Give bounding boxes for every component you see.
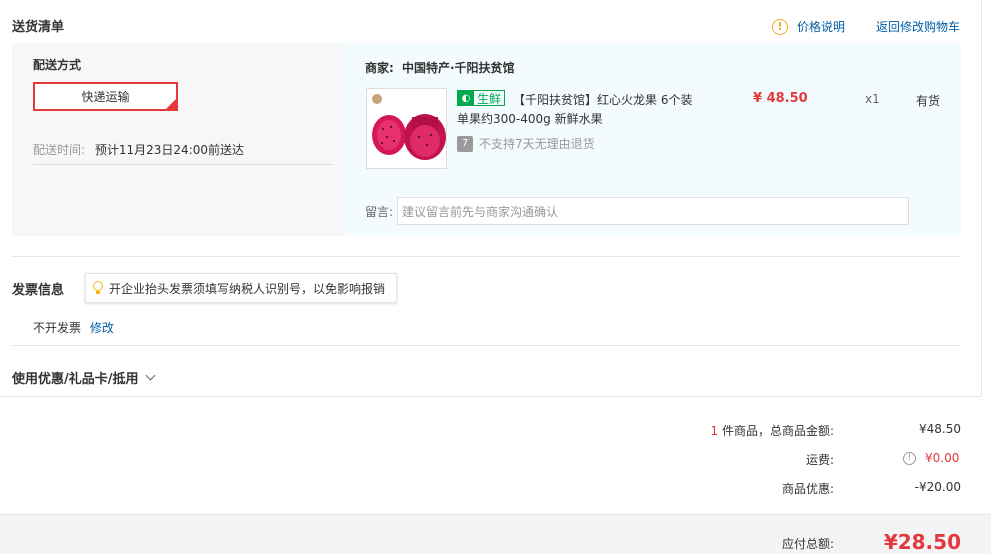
items-total-value: ¥48.50 <box>919 422 961 436</box>
discount-label: 商品优惠: <box>781 482 834 496</box>
no-return-notice: 7 不支持7天无理由退货 <box>457 135 595 152</box>
fresh-icon: ◐ <box>458 91 474 105</box>
merchant-info: 商家: 中国特产·千阳扶贫馆 <box>365 59 515 76</box>
info-icon[interactable]: ! <box>903 451 916 465</box>
delivery-time-label: 配送时间: <box>33 143 86 157</box>
delivery-method-label: 配送方式 <box>33 58 82 72</box>
shipping-value: ¥0.00 <box>925 451 960 465</box>
delivery-list-title: 送货清单 <box>12 20 65 35</box>
delivery-time-value: 预计11月23日24:00前送达 <box>94 143 244 157</box>
payable-label: 应付总额: <box>781 537 834 551</box>
payable-value: ¥28.50 <box>883 530 961 554</box>
delivery-time: 配送时间: 预计11月23日24:00前送达 <box>33 141 244 158</box>
merchant-label: 商家: <box>365 61 394 75</box>
fresh-tag-label: 生鲜 <box>477 91 502 106</box>
shipping-fee: ! ¥0.00 <box>903 451 959 465</box>
items-total-label-text: 件商品，总商品金额: <box>721 424 834 438</box>
express-delivery-label: 快递运输 <box>81 90 130 104</box>
invoice-tip: 开企业抬头发票须填写纳税人识别号，以免影响报销 <box>85 273 397 303</box>
fresh-tag: ◐ 生鲜 <box>457 90 506 106</box>
message-placeholder: 建议留言前先与商家沟通确认 <box>402 204 559 219</box>
invoice-status-text: 不开发票 <box>33 321 82 335</box>
invoice-edit-link[interactable]: 修改 <box>90 321 114 335</box>
selected-check-icon <box>166 99 176 109</box>
product-title-line2[interactable]: 单果约300-400g 新鲜水果 <box>457 110 603 127</box>
section-divider <box>12 345 961 346</box>
discount-value: -¥20.00 <box>914 480 961 494</box>
summary-divider <box>0 396 981 397</box>
product-price: ¥ 48.50 <box>753 91 808 106</box>
right-border <box>981 0 982 396</box>
no-return-text: 不支持7天无理由退货 <box>479 137 595 151</box>
payable-bar <box>0 514 991 554</box>
price-note-label: 价格说明 <box>797 20 846 34</box>
items-total-label: 1 件商品，总商品金额: <box>640 422 834 439</box>
back-to-cart-link[interactable]: 返回修改购物车 <box>876 18 960 35</box>
item-count: 1 <box>710 424 719 438</box>
invoice-tip-text: 开企业抬头发票须填写纳税人识别号，以免影响报销 <box>109 281 386 296</box>
lightbulb-icon <box>92 281 104 295</box>
shipping-label: 运费: <box>805 453 834 467</box>
merchant-name: 中国特产·千阳扶贫馆 <box>402 61 515 75</box>
invoice-status: 不开发票 修改 <box>33 319 114 336</box>
message-input[interactable]: 建议留言前先与商家沟通确认 <box>397 197 909 225</box>
warning-icon: ! <box>772 18 788 35</box>
stock-status: 有货 <box>916 94 941 108</box>
invoice-title: 发票信息 <box>12 283 65 298</box>
product-thumbnail[interactable] <box>366 88 447 169</box>
product-quantity: x1 <box>865 92 880 106</box>
discount-toggle[interactable]: 使用优惠/礼品卡/抵用 <box>12 368 155 387</box>
message-label: 留言: <box>365 205 394 219</box>
section-divider <box>12 256 961 257</box>
no-return-icon: 7 <box>457 135 473 152</box>
chevron-down-icon <box>145 370 155 381</box>
divider <box>33 164 333 165</box>
express-delivery-option[interactable]: 快递运输 <box>33 82 178 111</box>
discount-title: 使用优惠/礼品卡/抵用 <box>12 372 139 387</box>
product-title-line1[interactable]: 【千阳扶贫馆】红心火龙果 6个装 <box>513 91 692 108</box>
price-note-link[interactable]: ! 价格说明 <box>772 18 845 35</box>
